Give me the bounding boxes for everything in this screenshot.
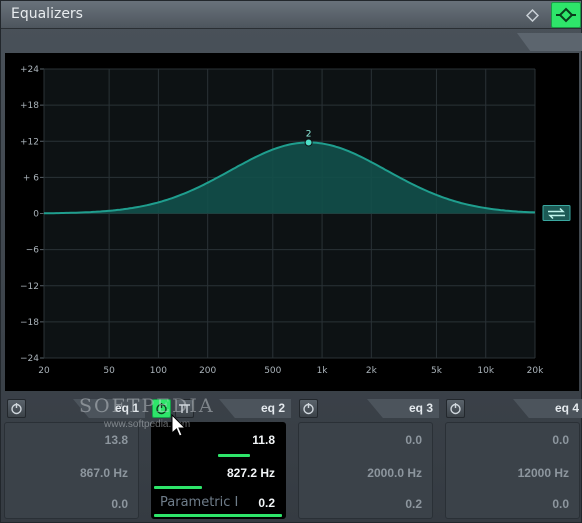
title-bar: Equalizers [1, 1, 581, 29]
band1-power-button[interactable] [7, 399, 26, 418]
band4-power-button[interactable] [446, 399, 465, 418]
x-tick-label: 5k [431, 366, 443, 376]
y-tick-label: 0 [33, 210, 39, 220]
band3-q-value[interactable]: 0.2 [405, 497, 422, 511]
band-node[interactable] [304, 138, 313, 147]
band2-filter-type[interactable]: Parametric I [160, 495, 238, 510]
equalizers-window: Equalizers +24 +18 +12 + 6 0 −6 −12 −18 −24 20 50 1… [0, 0, 582, 523]
band4-panel: 0.0 12000 Hz 0.0 [445, 422, 580, 519]
x-tick-label: 20 [38, 366, 50, 376]
y-tick-label: +24 [20, 65, 39, 75]
y-tick-label: + 6 [23, 173, 39, 183]
band2-freq-value[interactable]: 827.2 Hz [227, 466, 275, 480]
band3-freq-value[interactable]: 2000.0 Hz [367, 466, 422, 480]
power-icon [450, 403, 461, 415]
band1-q-value[interactable]: 0.0 [111, 497, 128, 511]
tab-eq1[interactable]: eq 1 [73, 399, 145, 418]
band4-freq-value[interactable]: 12000 Hz [518, 466, 569, 480]
band2-freq-bar[interactable] [154, 486, 202, 489]
band2-gain-value[interactable]: 11.8 [252, 433, 275, 447]
x-tick-label: 2k [366, 366, 378, 376]
y-tick-label: +18 [20, 101, 39, 111]
y-tick-label: −18 [20, 318, 39, 328]
x-tick-label: 200 [199, 366, 216, 376]
band3-gain-value[interactable]: 0.0 [405, 433, 422, 447]
band1-gain-value[interactable]: 13.8 [105, 433, 128, 447]
tab-eq3[interactable]: eq 3 [367, 399, 439, 418]
y-tick-label: −12 [20, 282, 39, 292]
band4-gain-value[interactable]: 0.0 [552, 433, 569, 447]
power-icon [156, 403, 167, 415]
diamond-icon[interactable] [526, 9, 539, 22]
band2-gain-bar[interactable] [218, 454, 250, 457]
tab-eq4[interactable]: eq 4 [513, 399, 582, 418]
graph-tab-flap[interactable] [517, 33, 582, 51]
mouse-cursor-icon [171, 414, 187, 437]
tab-eq2[interactable]: eq 2 [219, 399, 291, 418]
x-tick-label: 100 [150, 366, 167, 376]
band3-power-button[interactable] [299, 399, 318, 418]
band3-panel: 0.0 2000.0 Hz 0.2 [298, 422, 433, 519]
y-tick-label: +12 [20, 137, 39, 147]
band2-power-button[interactable] [152, 399, 171, 418]
window-title: Equalizers [11, 6, 83, 22]
band-node-label: 2 [306, 129, 312, 139]
x-tick-label: 20k [527, 366, 544, 376]
band2-q-bar[interactable] [154, 514, 282, 517]
eq-graph[interactable]: +24 +18 +12 + 6 0 −6 −12 −18 −24 20 50 100 200 500 1k 2… [5, 53, 579, 391]
swap-icon[interactable] [542, 205, 571, 221]
bypass-button[interactable] [551, 2, 581, 28]
y-tick-label: −24 [20, 354, 39, 364]
power-icon [303, 403, 314, 415]
band-header-row: eq 1 eq 2 eq 3 eq 4 [1, 399, 582, 421]
power-icon [11, 403, 22, 415]
x-tick-label: 1k [317, 366, 329, 376]
band2-q-value[interactable]: 0.2 [258, 496, 275, 510]
band4-q-value[interactable]: 0.0 [552, 497, 569, 511]
y-tick-label: −6 [26, 246, 40, 256]
x-tick-label: 500 [264, 366, 281, 376]
band1-freq-value[interactable]: 867.0 Hz [80, 466, 128, 480]
bypass-icon [556, 7, 576, 23]
band1-panel: 13.8 867.0 Hz 0.0 [4, 422, 139, 519]
x-tick-label: 10k [477, 366, 494, 376]
x-tick-label: 50 [103, 366, 115, 376]
